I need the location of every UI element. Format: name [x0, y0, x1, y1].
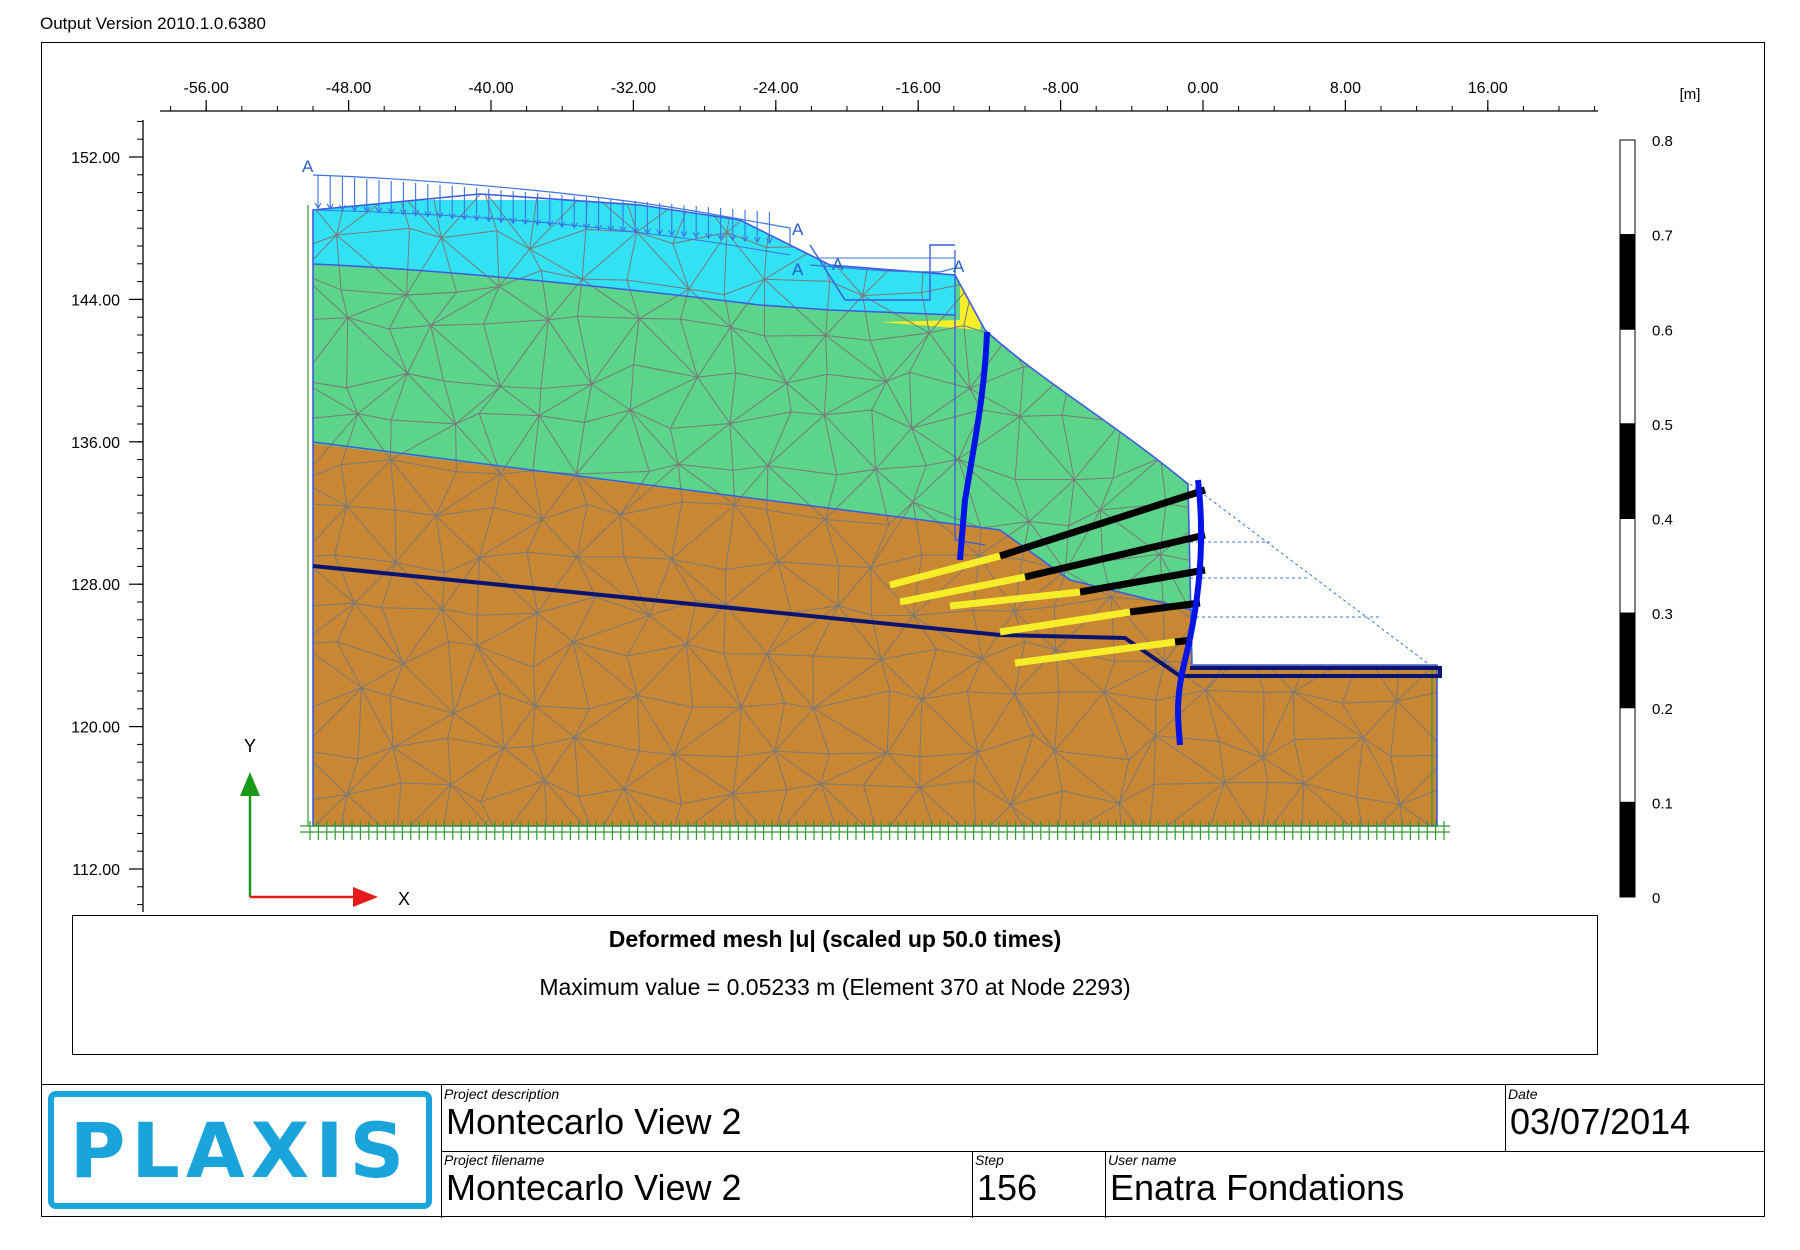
displacement-scale-bar: 0.8 0.7 0.6 0.5 0.4 0.3 0.2 0.1 0 — [1619, 133, 1673, 907]
date-label: Date — [1508, 1086, 1538, 1102]
x-tick-label: -16.00 — [896, 80, 941, 97]
y-tick-label: 112.00 — [72, 862, 120, 879]
scale-segment — [1619, 518, 1636, 614]
plaxis-logo: PLAXIS — [48, 1091, 432, 1209]
excavation-dashed-lines — [1189, 483, 1431, 666]
y-tick-label: 128.00 — [71, 577, 120, 594]
x-tick-label: -48.00 — [326, 80, 371, 97]
x-tick-label: 0.00 — [1187, 80, 1218, 97]
x-axis: -56.00 -48.00 -40.00 -32.00 -24.00 -16.00 -8.0… — [160, 80, 1598, 112]
y-tick-label: 120.00 — [71, 720, 120, 737]
step-cell: Step 156 — [972, 1151, 1105, 1218]
project-filename-value: Montecarlo View 2 — [446, 1167, 742, 1208]
scale-label: 0.6 — [1652, 322, 1673, 339]
date-cell: Date 03/07/2014 — [1505, 1085, 1765, 1151]
load-marker-1: A — [302, 157, 314, 176]
project-description-label: Project description — [444, 1086, 560, 1102]
load-marker-2: A — [792, 220, 804, 239]
plaxis-logo-text: PLAXIS — [69, 1105, 411, 1195]
load-marker-4: A — [832, 255, 844, 274]
x-arrow-icon — [353, 887, 378, 907]
date-value: 03/07/2014 — [1510, 1101, 1691, 1142]
scale-label: 0.1 — [1652, 795, 1673, 812]
scale-segment — [1619, 328, 1636, 425]
y-tick-label: 152.00 — [71, 150, 120, 167]
step-value: 156 — [977, 1167, 1038, 1208]
user-value: Enatra Fondations — [1110, 1167, 1405, 1208]
x-tick-label: -8.00 — [1042, 80, 1079, 97]
plot-title-box: Deformed mesh |u| (scaled up 50.0 times)… — [72, 915, 1598, 1055]
scale-label: 0 — [1652, 890, 1660, 907]
load-marker-3: A — [792, 260, 804, 279]
load-marker-5: A — [953, 257, 965, 276]
model-plot: -56.00 -48.00 -40.00 -32.00 -24.00 -16.00 -8.0… — [71, 80, 1701, 912]
scale-label: 0.8 — [1652, 133, 1673, 150]
x-tick-label: 16.00 — [1468, 80, 1508, 97]
y-tick-label: 136.00 — [71, 435, 120, 452]
project-description-cell: Project description Montecarlo View 2 — [441, 1085, 1505, 1151]
project-filename-cell: Project filename Montecarlo View 2 — [441, 1151, 972, 1218]
scale-label: 0.4 — [1652, 512, 1673, 529]
scale-label: 0.5 — [1652, 417, 1673, 434]
project-filename-label: Project filename — [444, 1152, 545, 1168]
y-axis-name: Y — [244, 736, 256, 756]
scale-segment — [1619, 707, 1636, 803]
soil-layers — [313, 194, 1437, 826]
scale-label: 0.2 — [1652, 701, 1673, 718]
y-axis: 152.00 144.00 136.00 128.00 120.00 112.00 — [71, 120, 144, 912]
scale-label: 0.3 — [1652, 606, 1673, 623]
scale-segment — [1619, 234, 1636, 330]
scale-segment — [1619, 612, 1636, 709]
y-arrow-icon — [240, 772, 260, 796]
plot-subtitle: Maximum value = 0.05233 m (Element 370 a… — [539, 974, 1131, 1000]
x-tick-label: -56.00 — [184, 80, 229, 97]
project-description-value: Montecarlo View 2 — [446, 1101, 742, 1142]
x-tick-label: -32.00 — [611, 80, 656, 97]
x-tick-label: -40.00 — [468, 80, 513, 97]
scale-segment — [1619, 423, 1636, 519]
x-axis-name: X — [398, 889, 410, 909]
user-cell: User name Enatra Fondations — [1105, 1151, 1765, 1218]
scale-segment — [1619, 801, 1636, 898]
unit-label: [m] — [1680, 86, 1701, 103]
plot-title: Deformed mesh |u| (scaled up 50.0 times) — [608, 926, 1062, 952]
user-label: User name — [1108, 1152, 1177, 1168]
x-tick-label: -24.00 — [753, 80, 798, 97]
x-tick-label: 8.00 — [1330, 80, 1361, 97]
y-tick-label: 144.00 — [71, 292, 120, 309]
scale-label: 0.7 — [1652, 228, 1673, 245]
scale-segment — [1619, 139, 1636, 236]
step-label: Step — [975, 1152, 1004, 1168]
